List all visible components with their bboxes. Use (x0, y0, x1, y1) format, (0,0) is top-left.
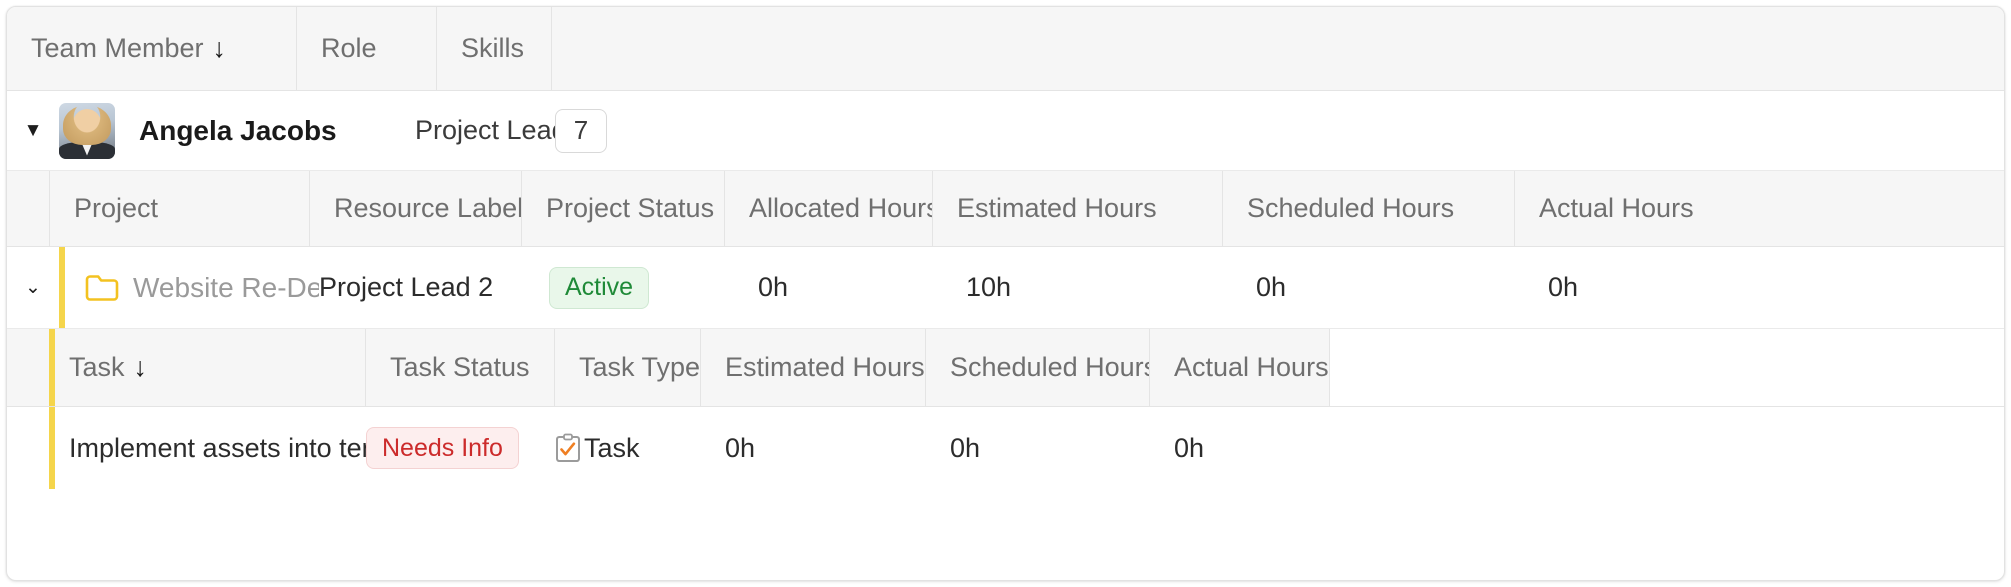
column-header-team-member-label: Team Member (31, 33, 204, 63)
column-header-skills-label: Skills (461, 33, 525, 63)
column-header-task-status-label: Task Status (390, 352, 530, 382)
status-badge-active[interactable]: Active (549, 266, 650, 309)
team-member-skills-cell: 7 (555, 91, 685, 170)
column-header-role-label: Role (321, 33, 377, 63)
task-type-cell: Task (555, 407, 701, 489)
status-badge-needs-info[interactable]: Needs Info (366, 427, 519, 469)
task-scheduled-hours-cell: 0h (926, 407, 1150, 489)
project-scheduled-hours-cell: 0h (1232, 247, 1524, 328)
project-header-row: Project Resource Label Project Status Al… (7, 171, 2004, 247)
expand-collapse-project-icon[interactable]: ⌄ (7, 276, 59, 299)
sort-descending-icon[interactable]: ↓ (213, 35, 227, 62)
column-header-project-actual-hours[interactable]: Actual Hours (1515, 171, 2004, 246)
column-header-project[interactable]: Project (50, 171, 310, 246)
column-header-project-label: Project (74, 193, 159, 223)
project-scheduled-hours: 0h (1256, 272, 1287, 302)
project-allocated-hours: 0h (758, 272, 789, 302)
column-header-task-actual-hours-label: Actual Hours (1174, 352, 1329, 382)
column-header-skills[interactable]: Skills (437, 7, 552, 90)
task-header-indent (7, 329, 49, 406)
task-type: Task (584, 432, 640, 463)
column-header-task-type-label: Task Type (579, 352, 701, 382)
column-header-team-member[interactable]: Team Member ↓ (7, 7, 297, 90)
task-actual-hours-cell: 0h (1150, 407, 1330, 489)
task-scheduled-hours: 0h (950, 432, 981, 463)
column-header-allocated-hours-label: Allocated Hours (749, 193, 933, 223)
folder-icon (85, 274, 119, 301)
task-actual-hours: 0h (1174, 432, 1205, 463)
column-header-task-scheduled-hours[interactable]: Scheduled Hours (926, 329, 1150, 406)
column-header-task-filler (1330, 329, 2004, 406)
project-name-cell: Website Re-Design (65, 247, 319, 328)
column-header-role[interactable]: Role (297, 7, 437, 90)
column-header-task-label: Task (69, 352, 125, 382)
team-member-name-cell: Angela Jacobs (115, 91, 415, 170)
column-header-project-actual-hours-label: Actual Hours (1539, 193, 1694, 223)
team-member-name: Angela Jacobs (139, 114, 337, 146)
project-resource-label-cell: Project Lead 2 (319, 247, 531, 328)
project-header-indent (7, 171, 50, 246)
task-estimated-hours-cell: 0h (701, 407, 926, 489)
column-header-task-estimated-hours[interactable]: Estimated Hours (701, 329, 926, 406)
column-header-task-actual-hours[interactable]: Actual Hours (1150, 329, 1330, 406)
column-header-project-status-label: Project Status (546, 193, 715, 223)
task-status-cell: Needs Info (366, 407, 555, 489)
column-header-task-scheduled-hours-label: Scheduled Hours (950, 352, 1150, 382)
column-header-allocated-hours[interactable]: Allocated Hours (725, 171, 933, 246)
avatar (59, 102, 115, 159)
column-header-task-type[interactable]: Task Type (555, 329, 701, 406)
project-estimated-hours-cell: 10h (942, 247, 1232, 328)
skills-count-badge[interactable]: 7 (555, 108, 607, 153)
team-member-role-cell: Project Lead (415, 91, 555, 170)
task-row[interactable]: Implement assets into templates Needs In… (7, 407, 2004, 489)
column-header-project-status[interactable]: Project Status (522, 171, 725, 246)
project-row[interactable]: ⌄ Website Re-Design Project Lead 2 Activ… (7, 247, 2004, 329)
project-actual-hours-cell: 0h (1524, 247, 2004, 328)
project-estimated-hours: 10h (966, 272, 1012, 302)
column-header-resource-label-label: Resource Label (334, 193, 522, 223)
team-member-row[interactable]: ▼ Angela Jacobs Project Lead 7 (7, 91, 2004, 171)
task-row-filler (1330, 407, 2004, 489)
column-header-task[interactable]: Task ↓ (55, 329, 366, 406)
column-header-project-estimated-hours-label: Estimated Hours (957, 193, 1157, 223)
project-status-cell: Active (531, 247, 734, 328)
clipboard-check-icon (555, 433, 581, 463)
task-estimated-hours: 0h (725, 432, 756, 463)
sort-descending-icon[interactable]: ↓ (134, 354, 148, 381)
column-header-filler (552, 7, 2004, 90)
column-header-project-estimated-hours[interactable]: Estimated Hours (933, 171, 1223, 246)
column-header-task-status[interactable]: Task Status (366, 329, 555, 406)
expand-collapse-member-icon[interactable]: ▼ (7, 120, 59, 142)
team-workload-grid: Team Member ↓ Role Skills ▼ Angela Jacob… (6, 6, 2005, 581)
column-header-resource-label[interactable]: Resource Label (310, 171, 522, 246)
team-member-role: Project Lead (415, 115, 555, 145)
project-actual-hours: 0h (1548, 272, 1579, 302)
column-header-task-estimated-hours-label: Estimated Hours (725, 352, 925, 382)
task-name: Implement assets into templates (69, 432, 366, 463)
task-header-row: Task ↓ Task Status Task Type Estimated H… (7, 329, 2004, 407)
project-resource-label: Project Lead 2 (319, 272, 494, 302)
project-name: Website Re-Design (133, 271, 319, 303)
team-member-header-row: Team Member ↓ Role Skills (7, 7, 2004, 91)
project-allocated-hours-cell: 0h (734, 247, 942, 328)
team-member-row-filler (685, 91, 2004, 170)
task-row-indent (7, 407, 49, 489)
task-name-cell: Implement assets into templates (55, 407, 366, 489)
column-header-project-scheduled-hours[interactable]: Scheduled Hours (1223, 171, 1515, 246)
column-header-project-scheduled-hours-label: Scheduled Hours (1247, 193, 1455, 223)
